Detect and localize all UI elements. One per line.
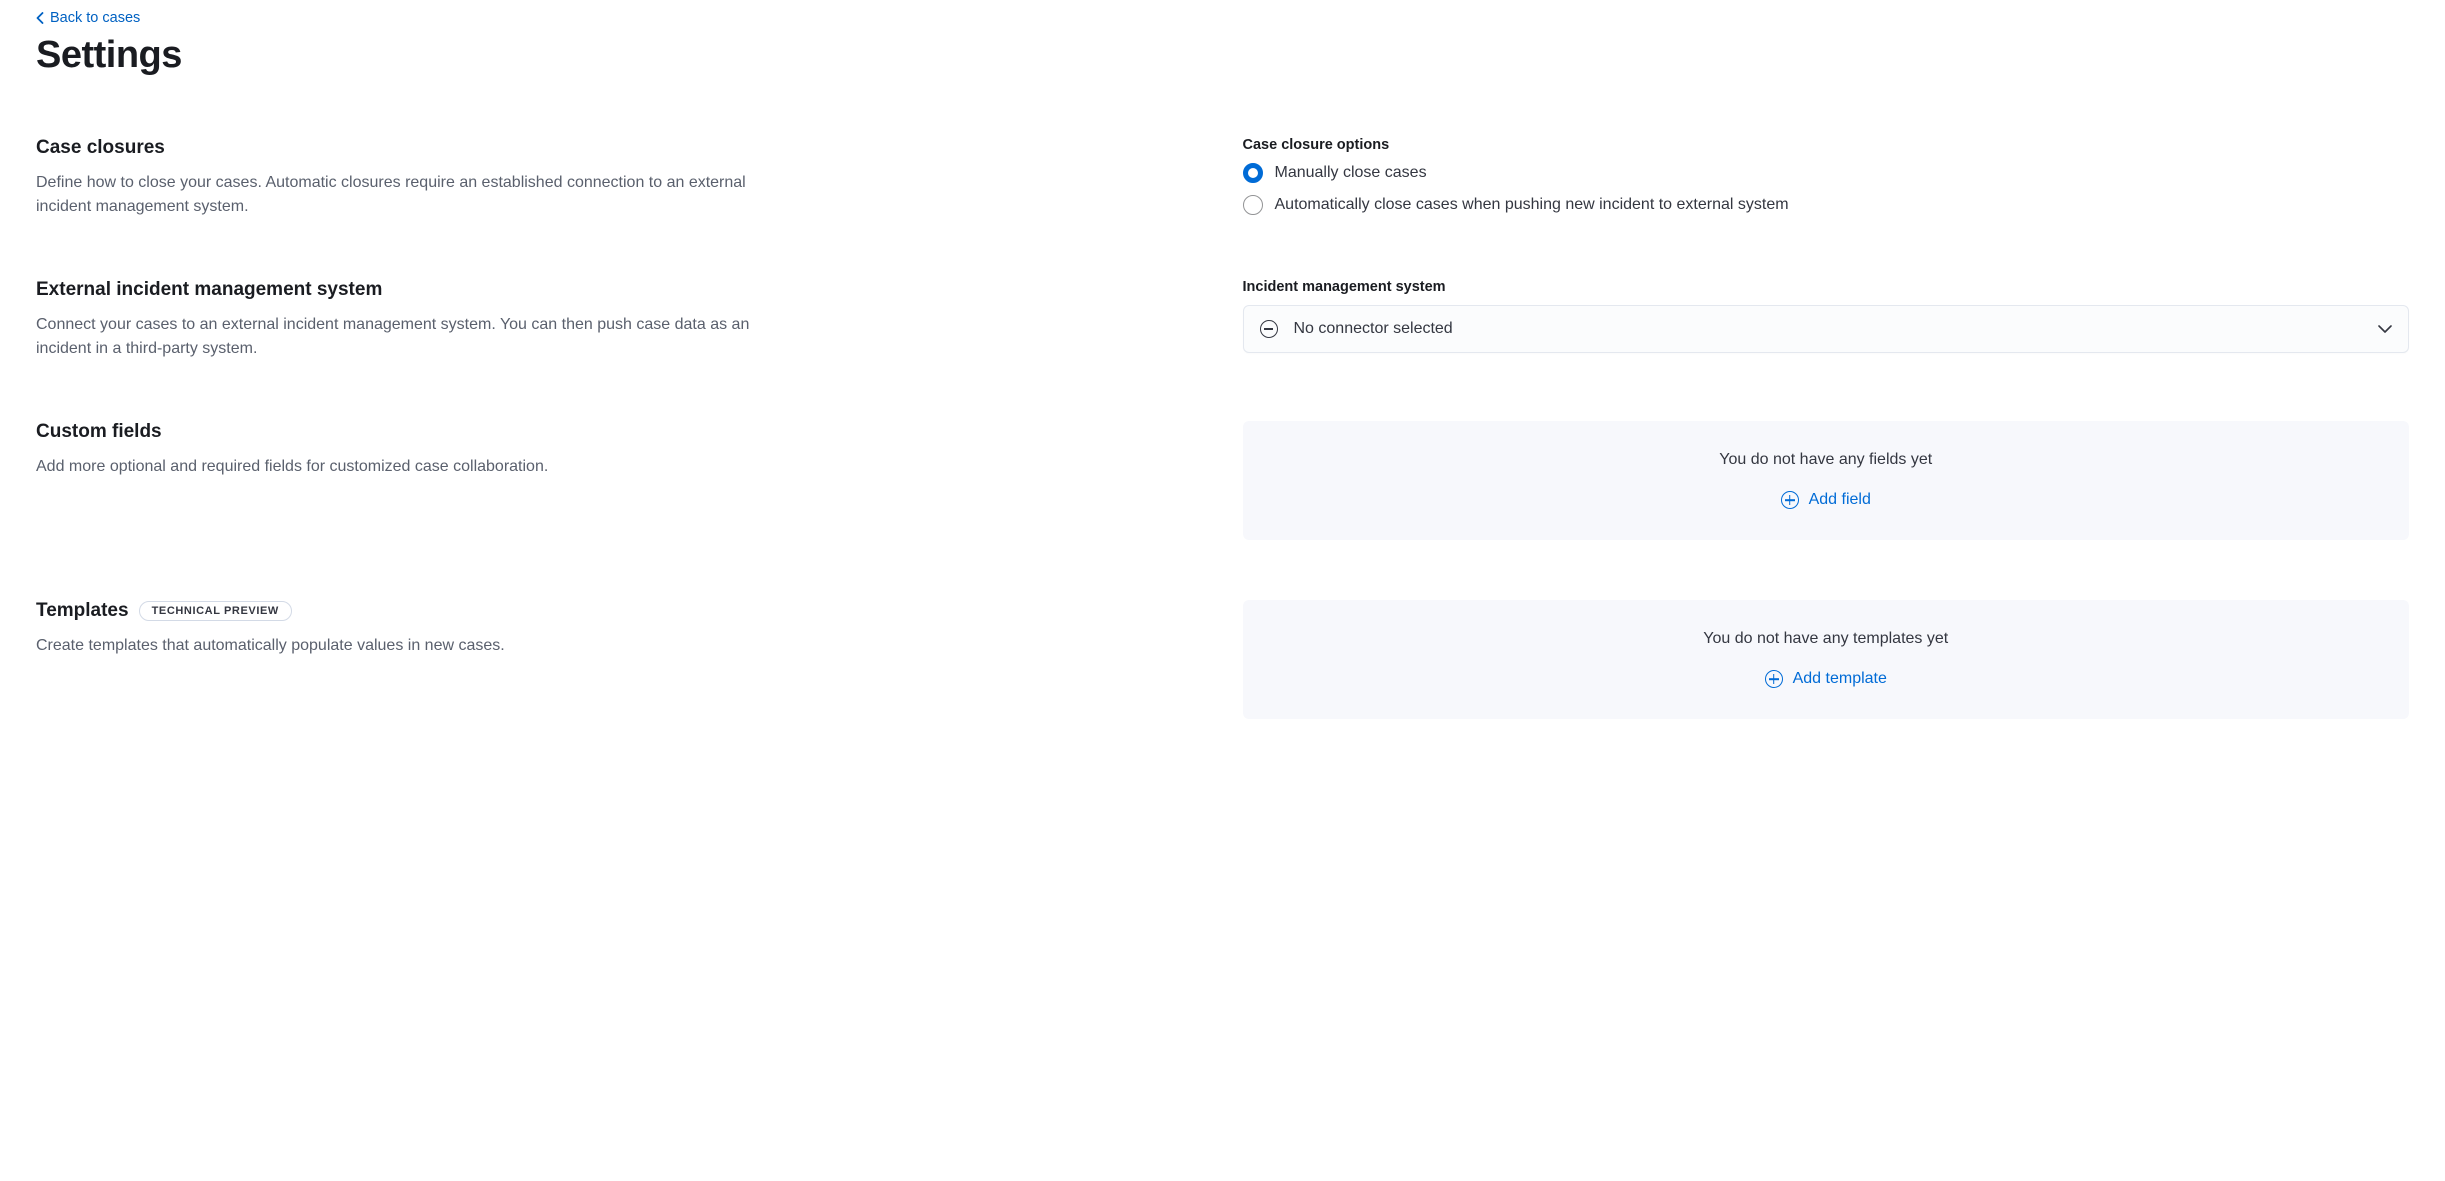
add-field-button[interactable]: Add field (1781, 491, 1871, 509)
custom-fields-title: Custom fields (36, 421, 776, 443)
connector-select-value: No connector selected (1294, 320, 1453, 338)
section-external-system: External incident management system Conn… (36, 279, 2409, 361)
connector-select[interactable]: No connector selected (1243, 305, 2410, 353)
custom-fields-panel: You do not have any fields yet Add field (1243, 421, 2410, 540)
custom-fields-description: Add more optional and required fields fo… (36, 455, 776, 479)
incident-system-label: Incident management system (1243, 279, 2410, 295)
case-closures-description: Define how to close your cases. Automati… (36, 171, 776, 219)
radio-label: Automatically close cases when pushing n… (1275, 196, 1789, 214)
templates-description: Create templates that automatically popu… (36, 634, 776, 658)
radio-icon (1243, 163, 1263, 183)
radio-icon (1243, 195, 1263, 215)
case-closures-title: Case closures (36, 137, 776, 159)
add-field-label: Add field (1809, 491, 1871, 509)
radio-auto-close[interactable]: Automatically close cases when pushing n… (1243, 195, 2410, 215)
add-template-button[interactable]: Add template (1765, 670, 1887, 688)
section-case-closures: Case closures Define how to close your c… (36, 137, 2409, 219)
add-template-label: Add template (1793, 670, 1887, 688)
technical-preview-badge: TECHNICAL PREVIEW (139, 601, 292, 621)
templates-title-row: Templates TECHNICAL PREVIEW (36, 600, 776, 622)
case-closure-options-label: Case closure options (1243, 137, 2410, 153)
section-templates: Templates TECHNICAL PREVIEW Create templ… (36, 600, 2409, 719)
back-link-label: Back to cases (50, 10, 140, 26)
custom-fields-empty-text: You do not have any fields yet (1263, 451, 2390, 469)
radio-manual-close[interactable]: Manually close cases (1243, 163, 2410, 183)
minus-circle-icon (1260, 320, 1278, 338)
chevron-left-icon (36, 12, 44, 24)
section-custom-fields: Custom fields Add more optional and requ… (36, 421, 2409, 540)
templates-panel: You do not have any templates yet Add te… (1243, 600, 2410, 719)
external-system-title: External incident management system (36, 279, 776, 301)
chevron-down-icon (2378, 325, 2392, 333)
radio-label: Manually close cases (1275, 164, 1427, 182)
templates-empty-text: You do not have any templates yet (1263, 630, 2390, 648)
external-system-description: Connect your cases to an external incide… (36, 313, 776, 361)
plus-circle-icon (1781, 491, 1799, 509)
templates-title: Templates (36, 600, 129, 622)
case-closure-radio-group: Manually close cases Automatically close… (1243, 163, 2410, 215)
page-title: Settings (36, 34, 2409, 77)
back-to-cases-link[interactable]: Back to cases (36, 10, 140, 26)
plus-circle-icon (1765, 670, 1783, 688)
